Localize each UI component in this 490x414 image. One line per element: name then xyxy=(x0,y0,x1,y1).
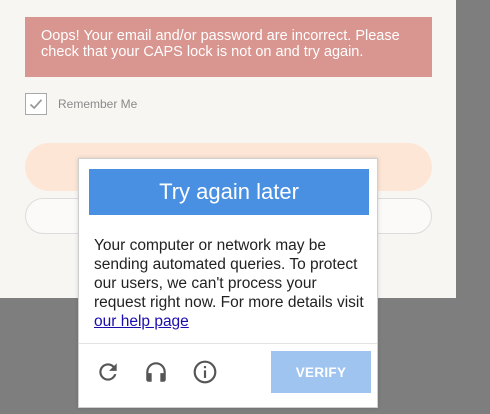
captcha-message-text: Your computer or network may be sending … xyxy=(94,237,364,311)
verify-label: VERIFY xyxy=(295,364,347,380)
captcha-title: Try again later xyxy=(159,179,299,204)
remember-me-label[interactable]: Remember Me xyxy=(58,97,137,111)
help-page-link[interactable]: our help page xyxy=(94,313,189,330)
captcha-footer-divider xyxy=(79,343,377,344)
headphones-icon[interactable] xyxy=(142,358,170,386)
error-message: Oops! Your email and/or password are inc… xyxy=(41,28,400,60)
remember-me-checkbox[interactable] xyxy=(25,93,47,115)
reload-icon[interactable] xyxy=(94,358,122,386)
info-icon[interactable] xyxy=(191,358,219,386)
captcha-header: Try again later xyxy=(89,169,369,215)
captcha-dialog: Try again later Your computer or network… xyxy=(78,158,378,408)
remember-me-row[interactable]: Remember Me xyxy=(25,92,137,116)
checkmark-icon xyxy=(29,99,43,110)
error-banner: Oops! Your email and/or password are inc… xyxy=(25,17,432,77)
captcha-message: Your computer or network may be sending … xyxy=(94,236,366,331)
verify-button[interactable]: VERIFY xyxy=(271,351,371,393)
